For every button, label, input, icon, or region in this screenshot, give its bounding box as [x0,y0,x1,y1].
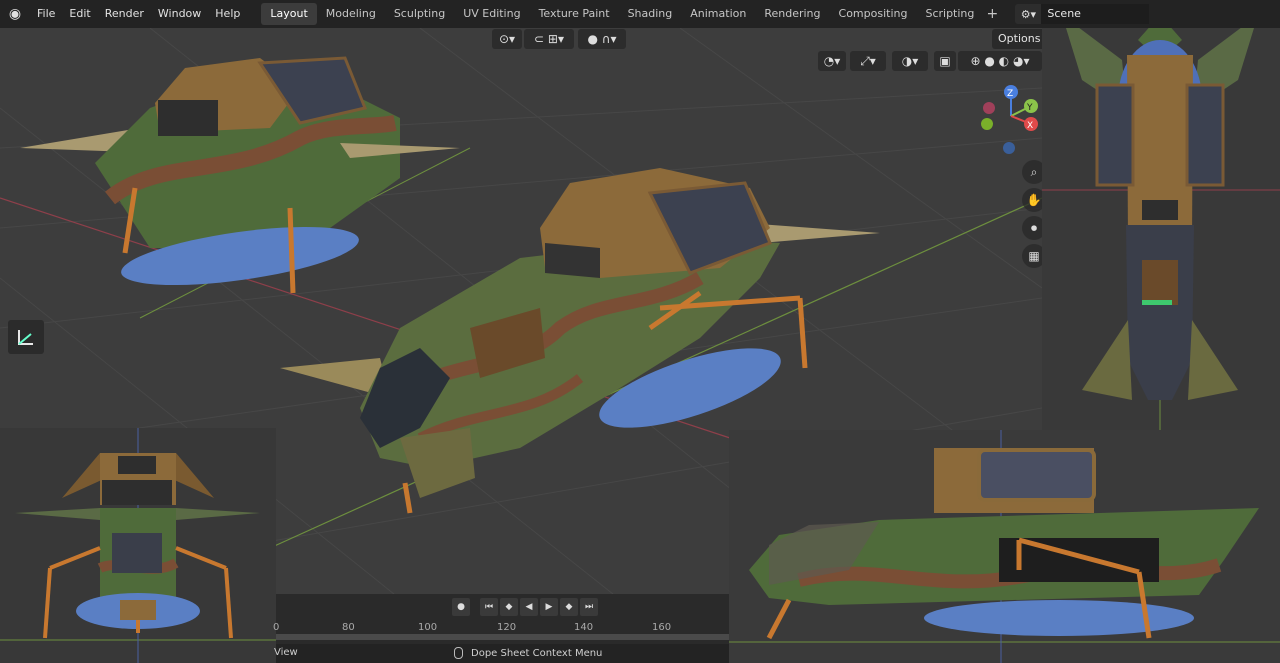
tab-texture-paint[interactable]: Texture Paint [530,3,619,25]
options-button[interactable]: Options [992,29,1042,49]
tab-layout[interactable]: Layout [261,3,317,25]
timeline-scrub-bar[interactable] [276,634,729,640]
next-keyframe-icon[interactable]: ◆ [560,598,578,616]
overlay-toggle-icon[interactable]: ◑▾ [892,51,928,71]
play-icon[interactable]: ▶ [540,598,558,616]
camera-view-icon[interactable]: ⏺ [1022,216,1042,240]
playback-controls: ● ⏮ ◆ ◀ ▶ ◆ ⏭ [452,598,598,616]
tab-shading[interactable]: Shading [619,3,682,25]
status-bar: View Dope Sheet Context Menu [274,644,729,663]
tick-label: 140 [574,622,594,633]
xray-toggle-icon[interactable]: ▣ [934,51,956,71]
side-view-model [729,430,1280,663]
tick-label: 80 [342,622,355,633]
context-menu-hint: Dope Sheet Context Menu [471,647,603,659]
top-ortho-viewport[interactable] [1042,0,1280,430]
tick-label: 160 [652,622,672,633]
tab-compositing[interactable]: Compositing [830,3,917,25]
scene-selector[interactable]: ⚙▾ Scene [1015,4,1150,24]
prev-keyframe-icon[interactable]: ◆ [500,598,518,616]
menu-render[interactable]: Render [98,0,151,28]
tick-label: 100 [418,622,438,633]
blender-logo-icon[interactable]: ◉ [0,0,30,28]
record-icon[interactable]: ● [452,598,470,616]
tab-rendering[interactable]: Rendering [755,3,829,25]
top-bar: ◉ File Edit Render Window Help Layout Mo… [0,0,1280,28]
tick-label: 120 [497,622,517,633]
menu-edit[interactable]: Edit [62,0,97,28]
front-ortho-viewport[interactable] [0,428,276,663]
snap-icon[interactable]: ⊂ ⊞▾ [524,29,574,49]
tab-sculpting[interactable]: Sculpting [385,3,454,25]
timeline-panel[interactable]: ● ⏮ ◆ ◀ ▶ ◆ ⏭ 0 80 100 120 140 160 View … [273,594,729,663]
tab-modeling[interactable]: Modeling [317,3,385,25]
zoom-icon[interactable]: ⌕ [1022,160,1042,184]
menu-window[interactable]: Window [151,0,208,28]
gizmo-z-label: Z [1007,89,1013,99]
jump-end-icon[interactable]: ⏭ [580,598,598,616]
perspective-grid-icon[interactable]: ▦ [1022,244,1042,268]
blender-window: ◉ File Edit Render Window Help Layout Mo… [0,0,1280,663]
side-ortho-viewport[interactable] [729,430,1280,663]
viewport-header: ⊙▾ ⊂ ⊞▾ ● ∩▾ Options ◔▾ ⤢▾ ◑▾ ▣ ⊕ ● ◐ ◕▾ [0,28,1042,71]
gizmo-y-label: Y [1026,103,1033,113]
tab-uv-editing[interactable]: UV Editing [454,3,529,25]
add-workspace-icon[interactable]: + [983,6,1001,22]
tab-animation[interactable]: Animation [681,3,755,25]
menu-help[interactable]: Help [208,0,247,28]
control-spacer [472,598,478,616]
measure-tool-icon[interactable] [8,320,44,354]
front-view-model [0,428,276,663]
tick-label: 0 [273,622,280,633]
proportional-editing-icon[interactable]: ● ∩▾ [578,29,626,49]
scene-icon[interactable]: ⚙▾ [1015,4,1042,24]
pan-hand-icon[interactable]: ✋ [1022,188,1042,212]
menu-file[interactable]: File [30,0,62,28]
gizmo-toggle-icon[interactable]: ⤢▾ [850,51,886,71]
context-hint: Dope Sheet Context Menu [454,647,602,659]
visibility-icon[interactable]: ◔▾ [818,51,846,71]
transform-pivot-icon[interactable]: ⊙▾ [492,29,522,49]
jump-start-icon[interactable]: ⏮ [480,598,498,616]
scene-name-field[interactable]: Scene [1041,4,1150,24]
gizmo-x-label: X [1027,121,1033,131]
shading-mode-icons[interactable]: ⊕ ● ◐ ◕▾ [958,51,1042,71]
top-view-model [1042,0,1280,430]
tab-scripting[interactable]: Scripting [916,3,983,25]
view-menu[interactable]: View [274,647,298,658]
play-reverse-icon[interactable]: ◀ [520,598,538,616]
axis-gizmo[interactable]: Z Y X [975,80,1041,158]
aircraft-model-perspective-2 [20,56,460,294]
workspace-tabs: Layout Modeling Sculpting UV Editing Tex… [261,0,1001,28]
mouse-icon [454,647,463,659]
